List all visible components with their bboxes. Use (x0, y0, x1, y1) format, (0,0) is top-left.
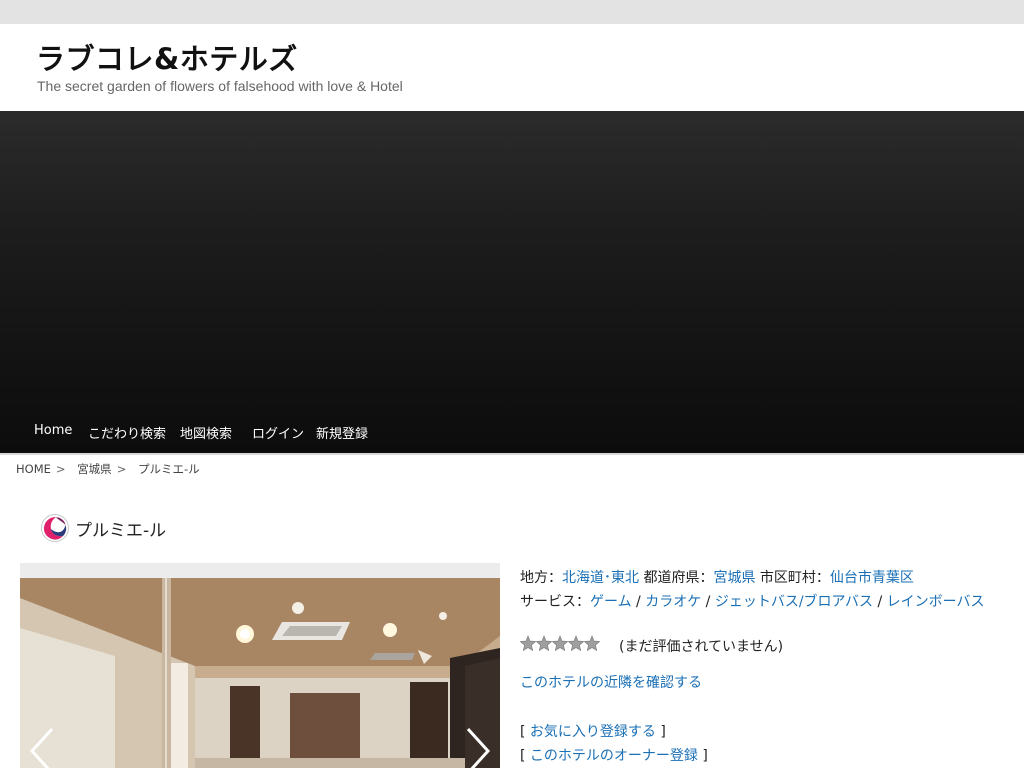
breadcrumb: HOME > 宮城県 > プルミエ-ル (16, 461, 203, 477)
city-label: 市区町村： (759, 570, 830, 586)
star-icon[interactable] (520, 635, 537, 652)
site-header: ラブコレ&ホテルズ The secret garden of flowers o… (0, 24, 1024, 111)
rating-stars[interactable] (520, 635, 602, 653)
breadcrumb-current: プルミエ-ル (137, 462, 200, 476)
nav-advanced-search[interactable]: こだわり検索 (88, 423, 166, 442)
nav-divider (0, 453, 1024, 455)
bracket-close: ] (702, 748, 708, 764)
services-label: サービス： (520, 594, 590, 610)
bracket-open: [ (520, 724, 526, 740)
nearby-row: このホテルの近隣を確認する (520, 672, 702, 692)
nav-register[interactable]: 新規登録 (316, 423, 368, 442)
add-favorite-link[interactable]: お気に入り登録する (530, 724, 656, 740)
breadcrumb-prefecture[interactable]: 宮城県 (77, 462, 112, 476)
region-label: 地方： (520, 570, 562, 586)
hotel-name: プルミエ-ル (75, 521, 167, 541)
owner-register-link[interactable]: このホテルのオーナー登録 (530, 748, 698, 764)
region-link[interactable]: 北海道･東北 (562, 570, 639, 586)
owner-row: [ このホテルのオーナー登録 ] (520, 745, 708, 765)
nearby-hotels-link[interactable]: このホテルの近隣を確認する (520, 675, 702, 691)
breadcrumb-separator: > (55, 462, 66, 476)
city-link[interactable]: 仙台市青葉区 (830, 570, 914, 586)
hotel-logo-icon (41, 514, 69, 542)
location-row: 地方：北海道･東北 都道府県：宮城県 市区町村：仙台市青葉区 (520, 567, 914, 587)
service-separator: / (636, 594, 641, 610)
nav-map-search[interactable]: 地図検索 (180, 423, 232, 442)
chevron-left-icon[interactable] (28, 726, 56, 768)
site-title[interactable]: ラブコレ&ホテルズ (36, 36, 298, 78)
service-separator: / (877, 594, 883, 610)
star-icon[interactable] (583, 635, 601, 652)
nav-home[interactable]: Home (34, 423, 72, 438)
hotel-room-photo (20, 578, 500, 768)
service-separator: / (705, 594, 711, 610)
star-icon[interactable] (567, 635, 585, 652)
star-icon[interactable] (535, 635, 553, 652)
breadcrumb-home[interactable]: HOME (16, 462, 51, 476)
prefecture-label: 都道府県： (643, 570, 714, 586)
service-link-karaoke[interactable]: カラオケ (645, 594, 701, 610)
nav-login[interactable]: ログイン (252, 423, 304, 442)
star-icon[interactable] (551, 635, 569, 652)
service-link-jetbath[interactable]: ジェットバス/ブロアバス (715, 594, 873, 610)
breadcrumb-separator: > (116, 462, 127, 476)
service-link-game[interactable]: ゲーム (590, 594, 632, 610)
site-tagline: The secret garden of flowers of falsehoo… (37, 78, 403, 94)
bracket-open: [ (520, 748, 526, 764)
prefecture-link[interactable]: 宮城県 (713, 570, 755, 586)
photo-gallery (20, 563, 500, 768)
bracket-close: ] (660, 724, 666, 740)
services-row: サービス：ゲーム / カラオケ / ジェットバス/ブロアバス / レインボーバス (520, 591, 985, 611)
header-banner (0, 111, 1024, 454)
main-nav: Home こだわり検索 地図検索 ログイン 新規登録 (0, 409, 1024, 454)
rating-status: (まだ評価されていません) (619, 639, 784, 655)
favorite-row: [ お気に入り登録する ] (520, 721, 666, 741)
service-link-rainbowbath[interactable]: レインボーバス (887, 594, 985, 610)
top-strip (0, 0, 1024, 24)
chevron-right-icon[interactable] (464, 726, 492, 768)
